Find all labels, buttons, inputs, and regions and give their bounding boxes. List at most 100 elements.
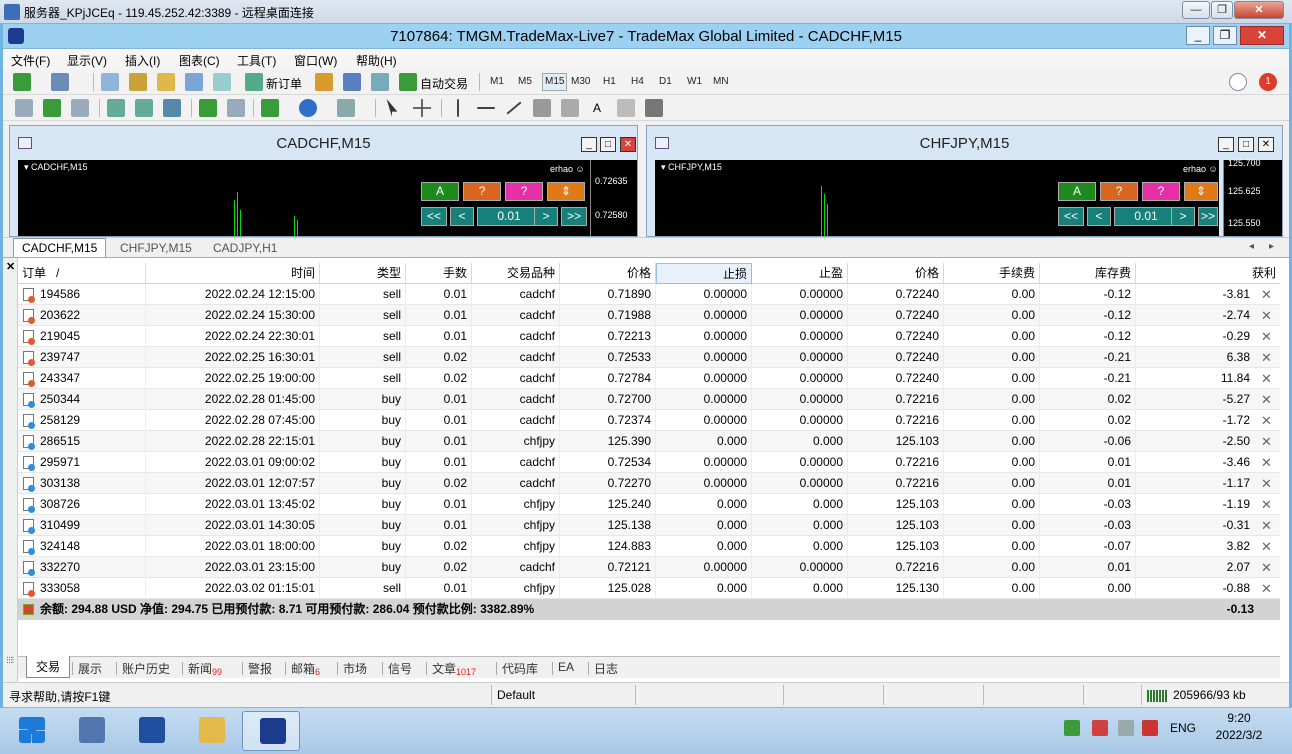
templates-icon[interactable]	[337, 99, 355, 117]
ea-first-button[interactable]: <<	[421, 207, 447, 226]
metaeditor-icon[interactable]	[315, 73, 333, 91]
table-row[interactable]: 333058 2022.03.02 01:15:01 sell 0.01 chfjpy 1…	[18, 578, 1280, 599]
col-take-profit[interactable]: 止盈	[752, 263, 848, 284]
close-order-icon[interactable]: ✕	[1261, 368, 1272, 389]
table-row[interactable]: 203622 2022.02.24 15:30:00 sell 0.01 cadchf 0…	[18, 305, 1280, 326]
ea-a-button[interactable]: A	[421, 182, 459, 201]
close-order-icon[interactable]: ✕	[1261, 284, 1272, 305]
vps-icon[interactable]	[371, 73, 389, 91]
chart-close-button[interactable]: ✕	[620, 137, 636, 152]
vertical-line-icon[interactable]	[457, 99, 459, 117]
col-profit[interactable]: 获利	[1136, 263, 1280, 284]
chart-plot[interactable]: ▾ CADCHF,M15 erhao ☺ A ? ? ⇕ << < 0.01 >…	[18, 160, 590, 236]
close-order-icon[interactable]: ✕	[1261, 557, 1272, 578]
text-tool-icon[interactable]: A	[593, 101, 601, 115]
horizontal-line-icon[interactable]	[477, 107, 495, 109]
ea-lot-field[interactable]: 0.01	[477, 207, 541, 226]
new-order-icon[interactable]	[245, 73, 263, 91]
table-row[interactable]: 239747 2022.02.25 16:30:01 sell 0.02 cadchf 0…	[18, 347, 1280, 368]
col-price[interactable]: 价格	[560, 263, 656, 284]
tray-security-icon[interactable]	[1064, 720, 1080, 736]
tf-m30[interactable]: M30	[571, 76, 590, 87]
terminal-tab-11[interactable]: 日志	[594, 660, 618, 677]
table-row[interactable]: 303138 2022.03.01 12:07:57 buy 0.02 cadchf 0.…	[18, 473, 1280, 494]
signals-icon[interactable]	[343, 73, 361, 91]
ea-first-button[interactable]: <<	[1058, 207, 1084, 226]
col-stop-loss[interactable]: 止损	[656, 263, 752, 284]
menu-window[interactable]: 窗口(W)	[294, 52, 337, 69]
chart-tab-chfjpy[interactable]: CHFJPY,M15	[120, 241, 192, 255]
close-order-icon[interactable]: ✕	[1261, 305, 1272, 326]
close-order-icon[interactable]: ✕	[1261, 536, 1272, 557]
terminal-tab-9[interactable]: 代码库	[502, 660, 538, 677]
table-row[interactable]: 295971 2022.03.01 09:00:02 buy 0.01 cadchf 0.…	[18, 452, 1280, 473]
tf-h1[interactable]: H1	[603, 76, 616, 87]
bar-chart-icon[interactable]	[15, 99, 33, 117]
terminal-tab-1[interactable]: 展示	[78, 660, 102, 677]
status-profile[interactable]: Default	[497, 688, 535, 702]
text-label-icon[interactable]	[617, 99, 635, 117]
close-order-icon[interactable]: ✕	[1261, 389, 1272, 410]
start-button[interactable]	[2, 711, 60, 751]
tray-network-icon[interactable]	[1118, 720, 1134, 736]
terminal-tab-5[interactable]: 邮箱6	[291, 660, 320, 677]
terminal-tab-10[interactable]: EA	[558, 660, 574, 674]
profiles-icon[interactable]	[51, 73, 69, 91]
ea-lot-field[interactable]: 0.01	[1114, 207, 1178, 226]
tab-scroll-right-icon[interactable]: ▸	[1269, 241, 1274, 252]
taskbar-explorer[interactable]	[182, 711, 240, 751]
ea-swap-button[interactable]: ⇕	[547, 182, 585, 201]
menu-tools[interactable]: 工具(T)	[237, 52, 276, 69]
table-row[interactable]: 332270 2022.03.01 23:15:00 buy 0.02 cadchf 0.…	[18, 557, 1280, 578]
col-current-price[interactable]: 价格	[848, 263, 944, 284]
table-row[interactable]: 324148 2022.03.01 18:00:00 buy 0.02 chfjpy 12…	[18, 536, 1280, 557]
arrows-icon[interactable]	[645, 99, 663, 117]
close-order-icon[interactable]: ✕	[1261, 515, 1272, 536]
terminal-tab-4[interactable]: 警报	[248, 660, 272, 677]
terminal-tab-2[interactable]: 账户历史	[122, 660, 170, 677]
alert-icon[interactable]: 1	[1259, 73, 1277, 91]
tf-d1[interactable]: D1	[659, 76, 672, 87]
ea-last-button[interactable]: >>	[561, 207, 587, 226]
chart-window-cadchf[interactable]: CADCHF,M15 _ □ ✕ ▾ CADCHF,M15 erhao ☺ A …	[9, 125, 638, 237]
periods-icon[interactable]	[299, 99, 317, 117]
col-symbol[interactable]: 交易品种	[472, 263, 560, 284]
tf-m1[interactable]: M1	[490, 76, 504, 87]
tf-m5[interactable]: M5	[518, 76, 532, 87]
close-order-icon[interactable]: ✕	[1261, 326, 1272, 347]
table-row[interactable]: 250344 2022.02.28 01:45:00 buy 0.01 cadchf 0.…	[18, 389, 1280, 410]
close-order-icon[interactable]: ✕	[1261, 410, 1272, 431]
chart-maximize-button[interactable]: □	[1238, 137, 1254, 152]
tf-m15[interactable]: M15	[542, 73, 568, 91]
terminal-icon[interactable]	[185, 73, 203, 91]
channel-icon[interactable]	[533, 99, 551, 117]
menu-help[interactable]: 帮助(H)	[356, 52, 397, 69]
tray-clock[interactable]: 9:20 2022/3/2	[1212, 711, 1266, 742]
col-order[interactable]: 订单 /	[18, 263, 146, 284]
tab-scroll-left-icon[interactable]: ◂	[1249, 241, 1254, 252]
new-order-button[interactable]: 新订单	[266, 75, 302, 92]
menu-insert[interactable]: 插入(I)	[125, 52, 160, 69]
close-order-icon[interactable]: ✕	[1261, 578, 1272, 599]
tf-mn[interactable]: MN	[713, 76, 729, 87]
tray-volume-muted-icon[interactable]	[1142, 720, 1158, 736]
cursor-icon[interactable]	[386, 99, 398, 117]
col-lots[interactable]: 手数	[406, 263, 472, 284]
ea-help2-button[interactable]: ?	[1142, 182, 1180, 201]
col-commission[interactable]: 手续费	[944, 263, 1040, 284]
chart-maximize-button[interactable]: □	[600, 137, 616, 152]
zoom-out-icon[interactable]	[135, 99, 153, 117]
terminal-tab-6[interactable]: 市场	[343, 660, 367, 677]
col-time[interactable]: 时间	[146, 263, 320, 284]
taskbar-powershell[interactable]	[122, 711, 180, 751]
auto-trade-button[interactable]: 自动交易	[420, 75, 468, 92]
table-row[interactable]: 194586 2022.02.24 12:15:00 sell 0.01 cadchf 0…	[18, 284, 1280, 305]
zoom-in-icon[interactable]	[107, 99, 125, 117]
taskbar-mt4[interactable]	[242, 711, 300, 751]
tf-h4[interactable]: H4	[631, 76, 644, 87]
terminal-close-icon[interactable]: ✕	[6, 260, 15, 273]
ea-next-button[interactable]: >	[1171, 207, 1195, 226]
chart-tab-cadchf[interactable]: CADCHF,M15	[13, 238, 107, 258]
line-chart-icon[interactable]	[71, 99, 89, 117]
tf-w1[interactable]: W1	[687, 76, 702, 87]
